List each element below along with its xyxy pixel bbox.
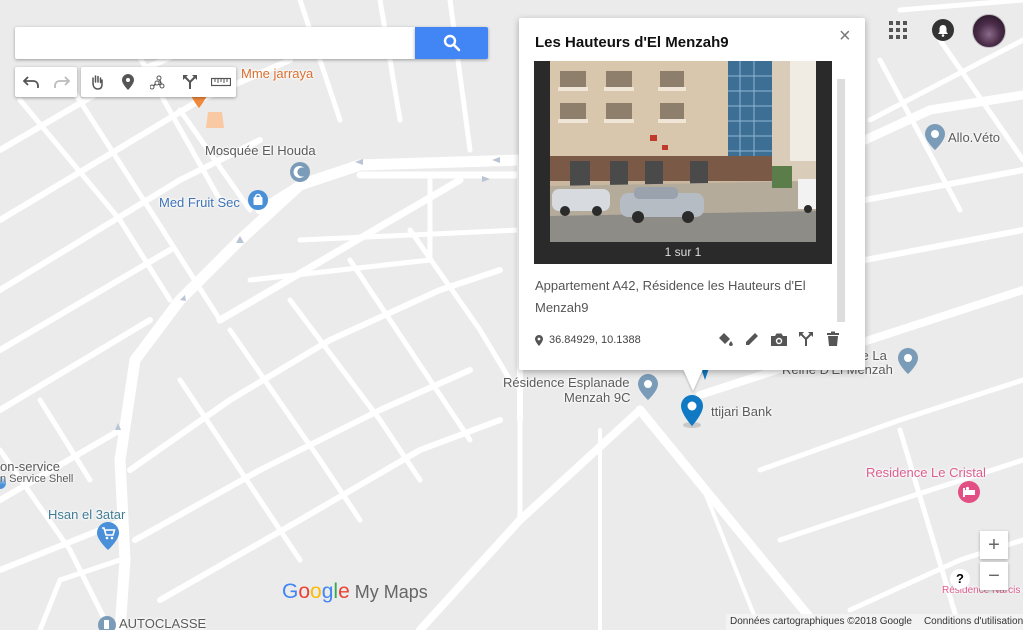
- poi-label[interactable]: Résidence Esplanade Menzah 9C: [502, 375, 630, 405]
- add-photo-button[interactable]: [770, 330, 788, 348]
- paint-bucket-icon: [719, 333, 733, 346]
- undo-button[interactable]: [15, 67, 46, 97]
- photo-viewer[interactable]: 1 sur 1: [534, 61, 832, 264]
- measure-button[interactable]: [205, 67, 236, 97]
- marker-icon: [121, 74, 134, 90]
- redo-icon: [53, 76, 70, 88]
- shopping-cart-icon[interactable]: [97, 522, 119, 550]
- poi-label[interactable]: n Service Shell: [0, 472, 73, 487]
- directions-button[interactable]: [797, 330, 815, 348]
- place-description: Appartement A42, Résidence les Hauteurs …: [535, 278, 806, 315]
- info-window: Les Hauteurs d'El Menzah9 × 1 sur 1 Appa…: [519, 18, 865, 370]
- poi-label-line: Résidence Esplanade: [503, 375, 630, 390]
- edit-button[interactable]: [743, 330, 761, 348]
- zoom-in-button[interactable]: +: [980, 531, 1008, 559]
- marker-icon: [535, 334, 543, 346]
- apps-grid-icon[interactable]: [889, 21, 907, 39]
- shop-icon: [206, 112, 224, 128]
- map-toolbar: [15, 67, 236, 97]
- directions-button[interactable]: [174, 67, 205, 97]
- history-group: [15, 67, 77, 97]
- delete-icon: [827, 331, 839, 346]
- hotel-icon[interactable]: [958, 480, 980, 506]
- map-pin-icon[interactable]: [925, 124, 945, 150]
- ruler-icon: [210, 77, 231, 87]
- redo-button[interactable]: [46, 67, 77, 97]
- shopping-bag-icon[interactable]: [248, 188, 268, 214]
- search-icon: [443, 34, 460, 52]
- undo-icon: [22, 76, 39, 88]
- add-marker-button[interactable]: [112, 67, 143, 97]
- terms-link[interactable]: Conditions d'utilisation: [924, 614, 1023, 630]
- poi-label-line: Menzah 9C: [564, 390, 631, 405]
- poi-label[interactable]: AUTOCLASSE: [119, 616, 206, 630]
- search-button[interactable]: [415, 27, 488, 59]
- search-input[interactable]: [23, 27, 407, 59]
- map-pin-icon[interactable]: [898, 348, 918, 374]
- search-box: [15, 27, 415, 59]
- poi-label[interactable]: Hsan el 3atar: [48, 507, 125, 522]
- poi-label[interactable]: ttijari Bank: [711, 404, 772, 419]
- gas-station-icon[interactable]: [97, 615, 117, 630]
- selected-marker-icon[interactable]: [680, 394, 704, 428]
- directions-icon: [182, 75, 197, 89]
- coordinates-text: 36.84929, 10.1388: [549, 334, 641, 346]
- edit-icon: [746, 333, 758, 345]
- map-pin-icon[interactable]: [638, 374, 658, 400]
- notifications-button[interactable]: [932, 19, 954, 41]
- pan-tool-button[interactable]: [81, 67, 112, 97]
- info-window-pointer: [683, 369, 703, 391]
- poi-label[interactable]: Mme jarraya: [241, 66, 313, 81]
- close-icon: ×: [839, 25, 851, 47]
- bell-icon: [938, 24, 948, 37]
- map-data-credit[interactable]: Données cartographiques ©2018 Google: [730, 614, 912, 630]
- poi-label[interactable]: Mosquée El Houda: [205, 143, 316, 158]
- delete-button[interactable]: [824, 330, 842, 348]
- google-wordmark: Google: [282, 580, 350, 603]
- map-attribution: Données cartographiques ©2018 Google Con…: [726, 614, 1023, 630]
- draw-line-button[interactable]: [143, 67, 174, 97]
- map-canvas[interactable]: Mme jarraya Mosquée El Houda Med Fruit S…: [0, 0, 1023, 630]
- draw-line-icon: [149, 75, 164, 90]
- coordinates: 36.84929, 10.1388: [535, 334, 641, 346]
- poi-label[interactable]: Allo.Véto: [948, 130, 1000, 145]
- tools-group: [81, 67, 236, 97]
- zoom-out-button[interactable]: −: [980, 562, 1008, 590]
- close-button[interactable]: ×: [839, 25, 851, 48]
- directions-icon: [799, 332, 813, 346]
- camera-icon: [771, 333, 787, 346]
- scrollbar[interactable]: [837, 79, 845, 322]
- info-title: Les Hauteurs d'El Menzah9: [535, 34, 729, 51]
- mosque-icon[interactable]: [290, 160, 310, 186]
- mymaps-wordmark: My Maps: [354, 582, 428, 602]
- photo-counter: 1 sur 1: [664, 245, 702, 259]
- google-my-maps-logo: Google My Maps: [282, 580, 428, 604]
- poi-label[interactable]: Med Fruit Sec: [159, 195, 240, 210]
- poi-label[interactable]: Residence Le Cristal: [866, 465, 986, 480]
- help-button[interactable]: ?: [950, 569, 970, 589]
- place-photo[interactable]: [550, 61, 816, 242]
- info-actions: [716, 330, 842, 348]
- avatar[interactable]: [972, 14, 1006, 48]
- hand-icon: [91, 75, 103, 90]
- style-button[interactable]: [716, 330, 734, 348]
